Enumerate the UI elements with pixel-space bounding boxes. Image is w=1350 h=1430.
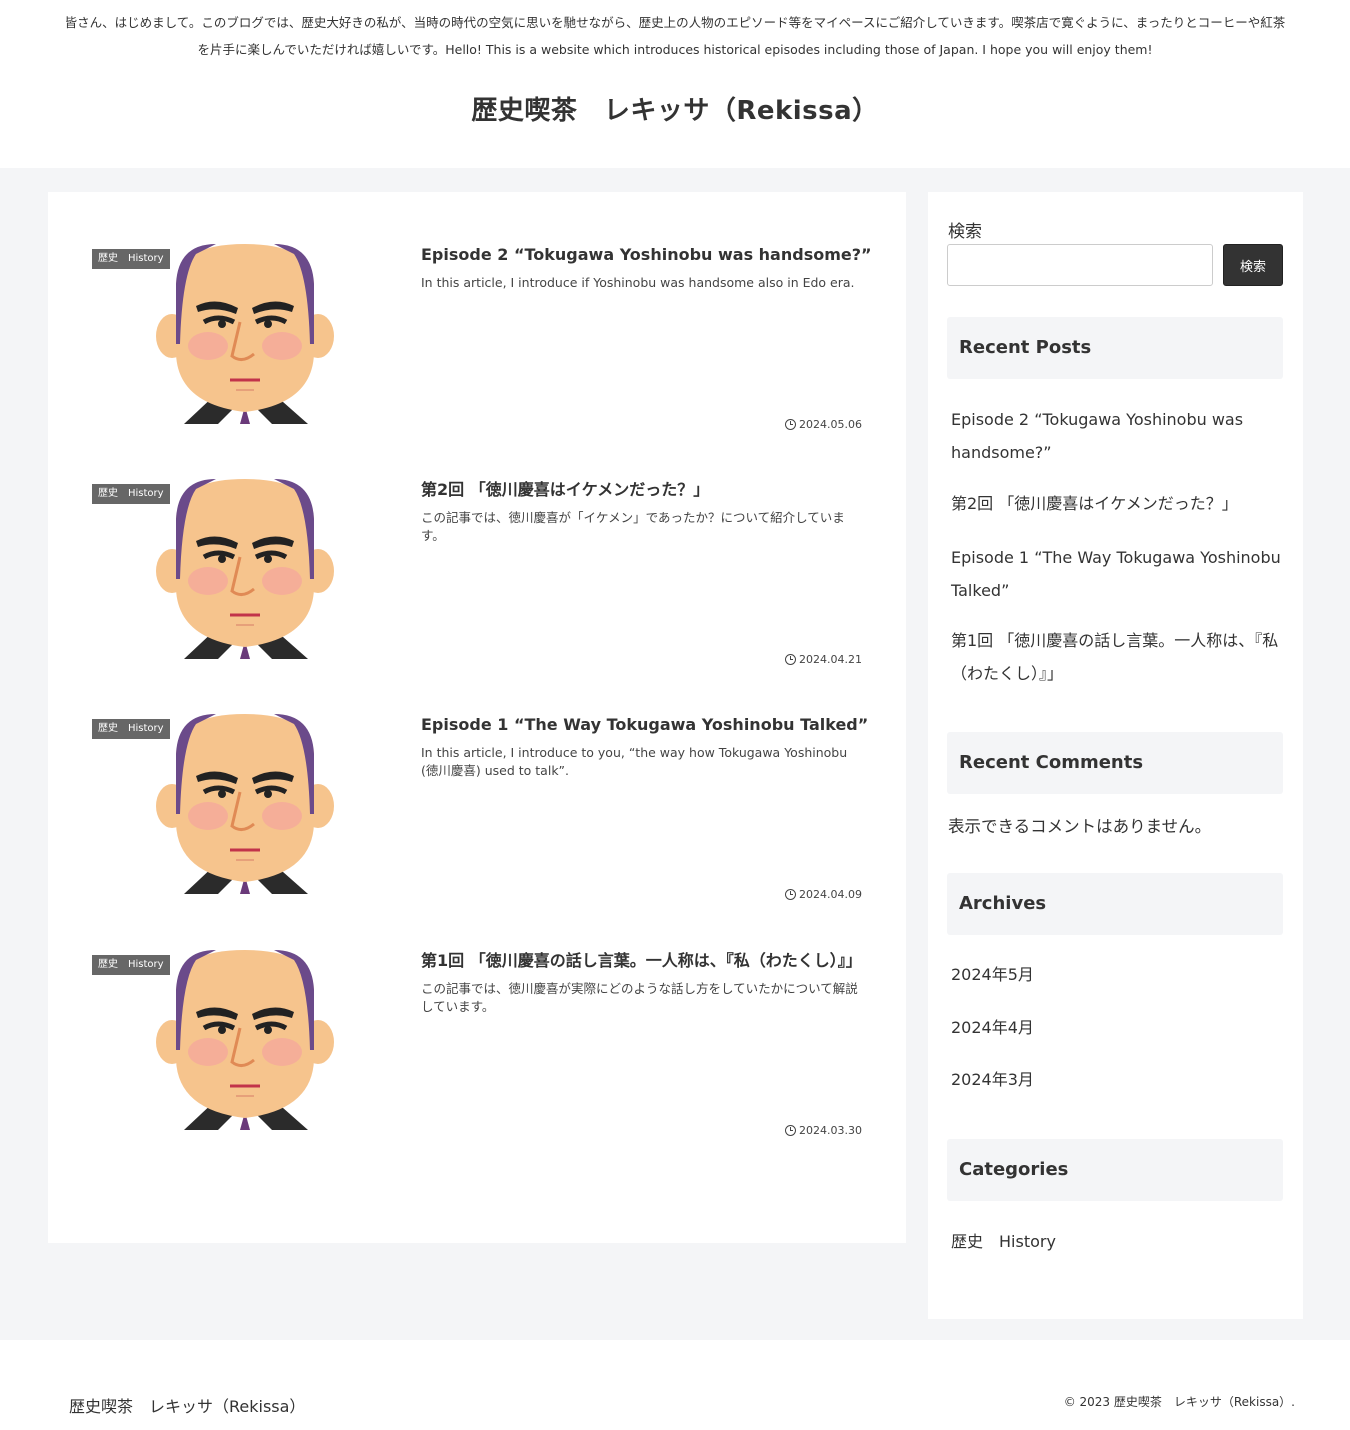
archives-heading: Archives bbox=[947, 873, 1283, 935]
categories-heading: Categories bbox=[947, 1139, 1283, 1201]
category-badge[interactable]: 歴史 History bbox=[92, 249, 170, 269]
post-title[interactable]: Episode 1 “The Way Tokugawa Yoshinobu Ta… bbox=[421, 714, 871, 736]
recent-post-link[interactable]: 第1回 「徳川慶喜の話し言葉。一人称は、『私（わたくし）』」 bbox=[951, 625, 1281, 690]
archive-link[interactable]: 2024年3月 bbox=[951, 1064, 1281, 1097]
footer-site-title[interactable]: 歴史喫茶 レキッサ（Rekissa） bbox=[69, 1393, 305, 1417]
samurai-face-illustration bbox=[156, 244, 336, 424]
post-date-text: 2024.04.21 bbox=[799, 653, 862, 666]
post-date: 2024.05.06 bbox=[785, 418, 862, 431]
post-date: 2024.04.09 bbox=[785, 888, 862, 901]
archive-link[interactable]: 2024年5月 bbox=[951, 959, 1281, 992]
post-date-text: 2024.03.30 bbox=[799, 1124, 862, 1137]
clock-icon bbox=[785, 1125, 797, 1136]
clock-icon bbox=[785, 419, 797, 430]
samurai-face-illustration bbox=[156, 479, 336, 659]
post-snippet: この記事では、徳川慶喜が実際にどのような話し方をしていたかについて解説しています… bbox=[421, 981, 858, 1014]
category-badge[interactable]: 歴史 History bbox=[92, 955, 170, 975]
site-header: 皆さん、はじめまして。このブログでは、歴史大好きの私が、当時の時代の空気に思いを… bbox=[0, 0, 1350, 168]
search-input[interactable] bbox=[947, 244, 1213, 286]
post-date-text: 2024.04.09 bbox=[799, 888, 862, 901]
search-button[interactable]: 検索 bbox=[1223, 244, 1283, 286]
post-thumbnail[interactable]: 歴史 History bbox=[92, 714, 392, 894]
post-date: 2024.03.30 bbox=[785, 1124, 862, 1137]
post-thumbnail[interactable]: 歴史 History bbox=[92, 479, 392, 659]
site-tagline: 皆さん、はじめまして。このブログでは、歴史大好きの私が、当時の時代の空気に思いを… bbox=[64, 15, 1286, 57]
post-snippet: In this article, I introduce to you, “th… bbox=[421, 745, 848, 778]
footer-copyright: © 2023 歴史喫茶 レキッサ（Rekissa）. bbox=[1063, 1395, 1295, 1409]
search-label: 検索 bbox=[948, 222, 982, 242]
category-badge[interactable]: 歴史 History bbox=[92, 719, 170, 739]
post-snippet: この記事では、徳川慶喜が「イケメン」であったか？について紹介しています。 bbox=[421, 510, 845, 543]
post-date: 2024.04.21 bbox=[785, 653, 862, 666]
recent-posts-heading: Recent Posts bbox=[947, 317, 1283, 379]
recent-post-link[interactable]: Episode 2 “Tokugawa Yoshinobu was handso… bbox=[951, 404, 1281, 469]
recent-post-link[interactable]: Episode 1 “The Way Tokugawa Yoshinobu Ta… bbox=[951, 542, 1281, 607]
post-card[interactable]: 歴史 History 第2回 「徳川慶喜はイケメンだった？」 この記事では、徳川… bbox=[92, 479, 872, 669]
recent-comments-heading: Recent Comments bbox=[947, 732, 1283, 794]
post-list: 歴史 History Episode 2 “Tokugawa Yoshinobu… bbox=[48, 192, 906, 1243]
samurai-face-illustration bbox=[156, 714, 336, 894]
post-thumbnail[interactable]: 歴史 History bbox=[92, 244, 392, 424]
post-title[interactable]: Episode 2 “Tokugawa Yoshinobu was handso… bbox=[421, 244, 872, 266]
post-date-text: 2024.05.06 bbox=[799, 418, 862, 431]
post-card[interactable]: 歴史 History 第1回 「徳川慶喜の話し言葉。一人称は、『私（わたくし）』… bbox=[92, 950, 872, 1140]
archive-link[interactable]: 2024年4月 bbox=[951, 1012, 1281, 1045]
category-link[interactable]: 歴史 History bbox=[951, 1226, 1281, 1259]
samurai-face-illustration bbox=[156, 950, 336, 1130]
post-card[interactable]: 歴史 History Episode 2 “Tokugawa Yoshinobu… bbox=[92, 244, 872, 434]
post-title[interactable]: 第1回 「徳川慶喜の話し言葉。一人称は、『私（わたくし）』」 bbox=[421, 950, 871, 972]
recent-post-link[interactable]: 第2回 「徳川慶喜はイケメンだった？」 bbox=[951, 488, 1281, 521]
post-title[interactable]: 第2回 「徳川慶喜はイケメンだった？」 bbox=[421, 479, 871, 501]
post-snippet: In this article, I introduce if Yoshinob… bbox=[421, 275, 855, 290]
post-thumbnail[interactable]: 歴史 History bbox=[92, 950, 392, 1130]
clock-icon bbox=[785, 654, 797, 665]
category-badge[interactable]: 歴史 History bbox=[92, 484, 170, 504]
site-footer: 歴史喫茶 レキッサ（Rekissa） © 2023 歴史喫茶 レキッサ（Reki… bbox=[0, 1340, 1350, 1430]
sidebar: 検索 検索 Recent Posts Episode 2 “Tokugawa Y… bbox=[928, 192, 1303, 1319]
no-comments-text: 表示できるコメントはありません。 bbox=[948, 817, 1212, 836]
post-card[interactable]: 歴史 History Episode 1 “The Way Tokugawa Y… bbox=[92, 714, 872, 904]
site-title[interactable]: 歴史喫茶 レキッサ（Rekissa） bbox=[0, 90, 1350, 127]
clock-icon bbox=[785, 889, 797, 900]
